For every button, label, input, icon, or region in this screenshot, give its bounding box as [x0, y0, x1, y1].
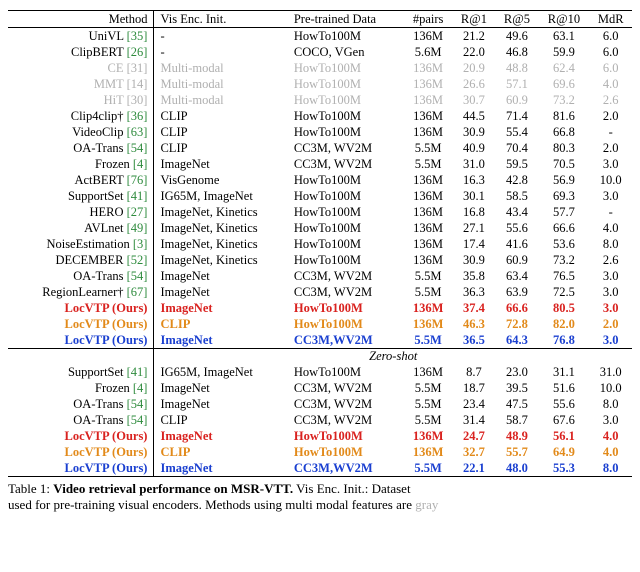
caption-title: Video retrieval performance on MSR-VTT.	[53, 481, 293, 496]
table-row: LocVTP (Ours)CLIPHowTo100M136M46.372.882…	[8, 316, 632, 332]
caption-prefix: Table 1:	[8, 481, 53, 496]
table-row: Frozen [4]ImageNetCC3M, WV2M5.5M31.059.5…	[8, 156, 632, 172]
col-mdr: MdR	[589, 11, 632, 28]
tbody-upper: UniVL [35]-HowTo100M136M21.249.663.16.0C…	[8, 28, 632, 349]
table-row: OA-Trans [54]ImageNetCC3M, WV2M5.5M35.86…	[8, 268, 632, 284]
results-table: Method Vis Enc. Init. Pre-trained Data #…	[8, 10, 632, 477]
table-caption-line2: used for pre-training visual encoders. M…	[8, 497, 632, 513]
table-row: NoiseEstimation [3]ImageNet, KineticsHow…	[8, 236, 632, 252]
zero-shot-header-row: Zero-shot	[8, 349, 632, 365]
table-row: LocVTP (Ours)ImageNetCC3M,WV2M5.5M22.148…	[8, 460, 632, 477]
col-init: Vis Enc. Init.	[154, 11, 290, 28]
table-row: LocVTP (Ours)ImageNetHowTo100M136M24.748…	[8, 428, 632, 444]
col-r10: R@10	[538, 11, 589, 28]
table-row: SupportSet [41]IG65M, ImageNetHowTo100M1…	[8, 188, 632, 204]
table-row: ClipBERT [26]-COCO, VGen5.6M22.046.859.9…	[8, 44, 632, 60]
col-method: Method	[8, 11, 154, 28]
caption-rest: Vis Enc. Init.: Dataset	[293, 481, 410, 496]
table-row: AVLnet [49]ImageNet, KineticsHowTo100M13…	[8, 220, 632, 236]
table-row: HiT [30]Multi-modalHowTo100M136M30.760.9…	[8, 92, 632, 108]
table-row: LocVTP (Ours)CLIPHowTo100M136M32.755.764…	[8, 444, 632, 460]
table-row: OA-Trans [54]CLIPCC3M, WV2M5.5M40.970.48…	[8, 140, 632, 156]
table-row: LocVTP (Ours)ImageNetHowTo100M136M37.466…	[8, 300, 632, 316]
tbody-zeroshot: SupportSet [41]IG65M, ImageNetHowTo100M1…	[8, 364, 632, 477]
zero-shot-label: Zero-shot	[154, 349, 632, 364]
table-row: DECEMBER [52]ImageNet, KineticsHowTo100M…	[8, 252, 632, 268]
table-row: LocVTP (Ours)ImageNetCC3M,WV2M5.5M36.564…	[8, 332, 632, 349]
table-row: Clip4clip† [36]CLIPHowTo100M136M44.571.4…	[8, 108, 632, 124]
table-row: MMT [14]Multi-modalHowTo100M136M26.657.1…	[8, 76, 632, 92]
table-row: OA-Trans [54]ImageNetCC3M, WV2M5.5M23.44…	[8, 396, 632, 412]
table-row: OA-Trans [54]CLIPCC3M, WV2M5.5M31.458.76…	[8, 412, 632, 428]
col-r5: R@5	[495, 11, 538, 28]
col-data: Pre-trained Data	[290, 11, 404, 28]
col-r1: R@1	[452, 11, 495, 28]
table-row: RegionLearner† [67]ImageNetCC3M, WV2M5.5…	[8, 284, 632, 300]
table-row: Frozen [4]ImageNetCC3M, WV2M5.5M18.739.5…	[8, 380, 632, 396]
table-row: UniVL [35]-HowTo100M136M21.249.663.16.0	[8, 28, 632, 45]
table-row: ActBERT [76]VisGenomeHowTo100M136M16.342…	[8, 172, 632, 188]
header-row: Method Vis Enc. Init. Pre-trained Data #…	[8, 11, 632, 28]
col-pairs: #pairs	[404, 11, 453, 28]
table-row: SupportSet [41]IG65M, ImageNetHowTo100M1…	[8, 364, 632, 380]
table-row: VideoClip [63]CLIPHowTo100M136M30.955.46…	[8, 124, 632, 140]
table-caption: Table 1: Video retrieval performance on …	[8, 481, 632, 497]
table-row: CE [31]Multi-modalHowTo100M136M20.948.86…	[8, 60, 632, 76]
table-row: HERO [27]ImageNet, KineticsHowTo100M136M…	[8, 204, 632, 220]
